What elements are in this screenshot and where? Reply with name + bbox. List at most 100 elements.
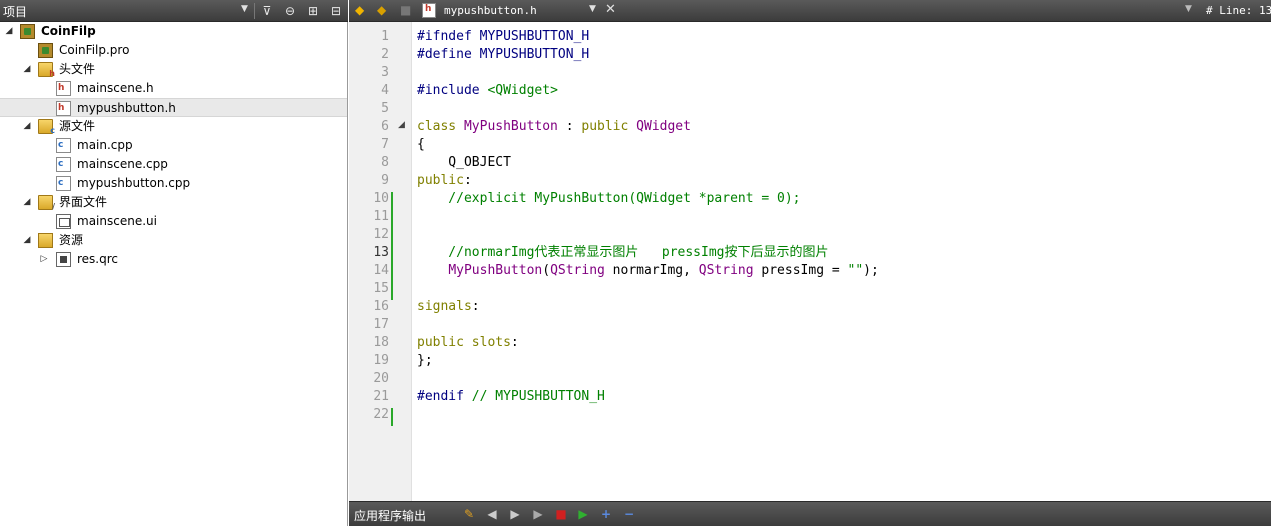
code-token: Q_OBJECT bbox=[417, 155, 511, 170]
h-file-icon: h bbox=[56, 101, 71, 116]
previous-icon[interactable]: ◀ bbox=[484, 506, 500, 522]
collapse-arrow-icon[interactable]: ◢ bbox=[21, 60, 33, 79]
code-line[interactable]: signals: bbox=[417, 298, 480, 316]
tree-item-mainscene-ui[interactable]: mainscene.ui bbox=[0, 212, 347, 231]
close-pane-icon[interactable]: ⊟ bbox=[327, 2, 345, 20]
code-line[interactable]: #endif // MYPUSHBUTTON_H bbox=[417, 388, 605, 406]
project-pane-title: 项目 bbox=[3, 5, 28, 19]
attach-debugger-icon[interactable]: ▶ bbox=[575, 506, 591, 522]
collapse-arrow-icon[interactable]: ◢ bbox=[21, 193, 33, 212]
tree-item-label: res.qrc bbox=[77, 252, 119, 266]
line-number-gutter: ◢ 1 2 3 4 5 6 7 8 9 10 11 12 13 14 15 16 17 18 19 20 21 22 bbox=[349, 22, 412, 501]
code-token: ); bbox=[863, 263, 879, 278]
tree-item-main-cpp[interactable]: c main.cpp bbox=[0, 136, 347, 155]
code-line[interactable]: //normarImg代表正常显示图片 pressImg按下后显示的图片 bbox=[417, 244, 828, 262]
symbol-dropdown-icon[interactable]: ▼ bbox=[1185, 4, 1192, 14]
code-token: //explicit MyPushButton(QWidget *parent … bbox=[417, 191, 801, 206]
code-line[interactable]: #define MYPUSHBUTTON_H bbox=[417, 46, 589, 64]
line-number: 1 bbox=[381, 29, 389, 44]
collapse-arrow-icon[interactable]: ◢ bbox=[3, 22, 15, 41]
code-line[interactable]: //explicit MyPushButton(QWidget *parent … bbox=[417, 190, 801, 208]
line-number: 14 bbox=[373, 263, 389, 278]
cpp-file-icon: c bbox=[56, 138, 71, 153]
next-icon[interactable]: ▶ bbox=[507, 506, 523, 522]
line-indicator[interactable]: # Line: 13 bbox=[1206, 4, 1271, 17]
collapse-arrow-icon[interactable]: ◢ bbox=[21, 231, 33, 250]
resources-folder-icon bbox=[38, 233, 53, 248]
run-icon[interactable]: ▶ bbox=[530, 506, 546, 522]
tree-item-label: mypushbutton.h bbox=[77, 101, 176, 115]
tree-item-label: mainscene.cpp bbox=[77, 157, 168, 171]
toolbar-separator bbox=[254, 3, 255, 19]
code-token: normarImg, bbox=[604, 263, 699, 278]
code-token: QWidget bbox=[636, 119, 691, 134]
tree-item-pro-file[interactable]: CoinFilp.pro bbox=[0, 41, 347, 60]
line-number: 18 bbox=[373, 335, 389, 350]
line-number: 2 bbox=[381, 47, 389, 62]
code-token: #include bbox=[417, 83, 488, 98]
zoom-in-icon[interactable]: + bbox=[598, 506, 614, 522]
line-number: 21 bbox=[373, 389, 389, 404]
clear-output-icon[interactable]: ✎ bbox=[461, 506, 477, 522]
forward-arrow-icon[interactable]: ◆ bbox=[377, 3, 386, 17]
expand-arrow-icon[interactable]: ▷ bbox=[38, 250, 50, 269]
code-token: class bbox=[417, 119, 464, 134]
code-token: }; bbox=[417, 353, 433, 368]
code-line[interactable]: class MyPushButton : public QWidget bbox=[417, 118, 691, 136]
change-marker bbox=[391, 192, 393, 300]
code-editor[interactable]: #ifndef MYPUSHBUTTON_H #define MYPUSHBUTT… bbox=[412, 22, 1271, 501]
filter-icon[interactable]: ⊽ bbox=[258, 2, 276, 20]
code-token: QString bbox=[550, 263, 605, 278]
tree-item-headers-folder[interactable]: ◢ h 头文件 bbox=[0, 60, 347, 79]
code-line[interactable]: }; bbox=[417, 352, 433, 370]
stop-icon[interactable]: ■ bbox=[553, 506, 569, 522]
code-line[interactable]: #ifndef MYPUSHBUTTON_H bbox=[417, 28, 589, 46]
cpp-file-icon: c bbox=[56, 157, 71, 172]
code-token: { bbox=[417, 137, 425, 152]
split-icon[interactable]: ⊞ bbox=[304, 2, 322, 20]
open-file-name[interactable]: mypushbutton.h bbox=[444, 4, 537, 17]
code-line[interactable]: Q_OBJECT bbox=[417, 154, 511, 172]
line-number: 22 bbox=[373, 407, 389, 422]
file-dropdown-icon[interactable]: ▼ bbox=[589, 4, 596, 14]
code-token: // MYPUSHBUTTON_H bbox=[471, 389, 605, 404]
tree-item-project[interactable]: ◢ CoinFilp bbox=[0, 22, 347, 41]
tree-item-mainscene-h[interactable]: h mainscene.h bbox=[0, 79, 347, 98]
tree-item-forms-folder[interactable]: ◢ / 界面文件 bbox=[0, 193, 347, 212]
code-line[interactable]: { bbox=[417, 136, 425, 154]
change-marker bbox=[391, 408, 393, 426]
lock-icon[interactable]: ■ bbox=[400, 3, 411, 17]
tree-item-resources-folder[interactable]: ◢ 资源 bbox=[0, 231, 347, 250]
tree-item-label: CoinFilp bbox=[41, 24, 96, 38]
link-icon[interactable]: ⊖ bbox=[281, 2, 299, 20]
code-line[interactable]: public slots: bbox=[417, 334, 519, 352]
close-file-icon[interactable]: ✕ bbox=[605, 2, 616, 17]
code-token: public bbox=[581, 119, 637, 134]
code-token: QString bbox=[698, 263, 754, 278]
collapse-arrow-icon[interactable]: ◢ bbox=[21, 117, 33, 136]
tree-item-mainscene-cpp[interactable]: c mainscene.cpp bbox=[0, 155, 347, 174]
code-token: MyPushButton bbox=[463, 119, 558, 134]
view-dropdown-icon[interactable]: ▼ bbox=[241, 4, 248, 14]
line-number: 15 bbox=[373, 281, 389, 296]
zoom-out-icon[interactable]: − bbox=[621, 506, 637, 522]
fold-marker-icon[interactable]: ◢ bbox=[398, 116, 405, 134]
tree-item-res-qrc[interactable]: ▷ res.qrc bbox=[0, 250, 347, 269]
code-token: pressImg = bbox=[753, 263, 848, 278]
tree-item-mypushbutton-cpp[interactable]: c mypushbutton.cpp bbox=[0, 174, 347, 193]
line-number: 9 bbox=[381, 173, 389, 188]
back-arrow-icon[interactable]: ◆ bbox=[355, 3, 364, 17]
code-line[interactable]: #include <QWidget> bbox=[417, 82, 558, 100]
tree-item-sources-folder[interactable]: ◢ c 源文件 bbox=[0, 117, 347, 136]
code-token: MyPushButton bbox=[448, 263, 543, 278]
line-number: 20 bbox=[373, 371, 389, 386]
code-token: : bbox=[557, 119, 582, 134]
code-token: <QWidget> bbox=[487, 83, 558, 98]
tree-item-mypushbutton-h[interactable]: h mypushbutton.h bbox=[0, 98, 347, 117]
pro-file-icon bbox=[38, 43, 53, 58]
output-pane-title: 应用程序输出 bbox=[354, 509, 427, 523]
code-token: #define MYPUSHBUTTON_H bbox=[417, 47, 590, 62]
code-token: signals bbox=[417, 299, 472, 314]
code-line[interactable]: public: bbox=[417, 172, 472, 190]
code-line[interactable]: MyPushButton(QString normarImg, QString … bbox=[417, 262, 879, 280]
